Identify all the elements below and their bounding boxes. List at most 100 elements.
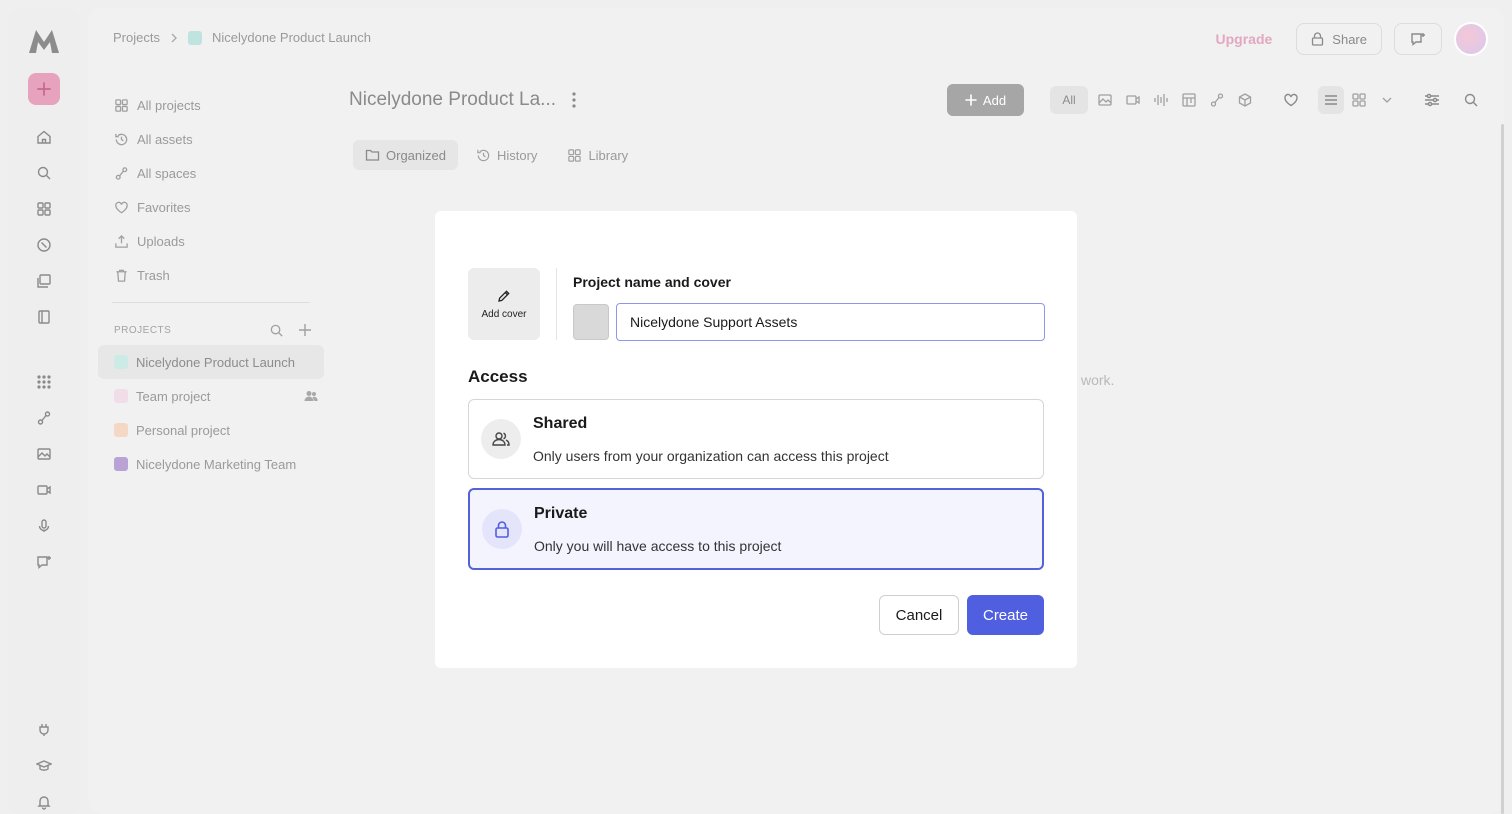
sidebar-item-all-projects[interactable]: All projects [98, 88, 324, 122]
sidebar-item-favorites[interactable]: Favorites [98, 190, 324, 224]
bell-icon[interactable] [34, 792, 54, 812]
image-filter-icon[interactable] [1094, 89, 1116, 111]
breadcrumb-current[interactable]: Nicelydone Product Launch [212, 30, 371, 45]
option-title: Shared [533, 415, 588, 432]
board-filter-icon[interactable] [1178, 89, 1200, 111]
sidebar-item-all-spaces[interactable]: All spaces [98, 156, 324, 190]
project-item[interactable]: Nicelydone Product Launch [98, 345, 324, 379]
cancel-button[interactable]: Cancel [879, 595, 959, 635]
lock-icon [1312, 32, 1324, 46]
app-rail [8, 8, 80, 814]
explore-icon[interactable] [34, 235, 54, 255]
sidebar-item-label: Trash [137, 267, 170, 283]
video-filter-icon[interactable] [1122, 89, 1144, 111]
more-options-icon[interactable] [567, 91, 581, 109]
sidebar-item-label: All spaces [137, 165, 197, 181]
grid-view-icon[interactable] [1348, 86, 1370, 114]
filter-all[interactable]: All [1050, 86, 1088, 114]
create-project-dialog: Add cover Project name and cover Access … [435, 211, 1077, 668]
sidebar-item-all-assets[interactable]: All assets [98, 122, 324, 156]
tab-history[interactable]: History [464, 140, 549, 170]
favorites-filter-icon[interactable] [1280, 86, 1302, 114]
sidebar-item-label: Uploads [137, 233, 185, 249]
access-option-shared[interactable]: Shared Only users from your organization… [468, 399, 1044, 479]
empty-state-hint: work. [1081, 372, 1115, 388]
project-color-dot [114, 423, 128, 437]
feedback-button[interactable] [1394, 23, 1442, 55]
heart-icon [115, 201, 128, 213]
tab-label: Organized [386, 147, 446, 163]
add-label: Add [982, 92, 1007, 108]
share-button[interactable]: Share [1296, 23, 1382, 55]
add-cover-button[interactable]: Add cover [468, 268, 540, 340]
spaces-filter-icon[interactable] [1206, 89, 1228, 111]
new-button[interactable] [28, 73, 60, 105]
app-logo[interactable] [28, 28, 60, 54]
sidebar-item-label: All assets [137, 131, 193, 147]
plus-icon[interactable] [298, 323, 312, 337]
avatar[interactable] [1454, 22, 1488, 56]
projects-header-label: PROJECTS [114, 324, 172, 336]
project-item[interactable]: Nicelydone Marketing Team [98, 447, 324, 481]
audio-filter-icon[interactable] [1150, 89, 1172, 111]
project-color-dot [114, 389, 128, 403]
lock-icon [482, 509, 522, 549]
grid-icon [568, 148, 582, 162]
project-item[interactable]: Team project [98, 379, 324, 413]
breadcrumb-root[interactable]: Projects [113, 30, 160, 45]
chat-icon[interactable] [34, 552, 54, 572]
cover-color-swatch[interactable] [573, 304, 609, 340]
upgrade-link[interactable]: Upgrade [1216, 31, 1273, 47]
sidebar-item-trash[interactable]: Trash [98, 258, 324, 292]
chevron-down-icon[interactable] [1378, 86, 1396, 114]
scrollbar[interactable] [1501, 124, 1504, 814]
3d-filter-icon[interactable] [1234, 89, 1256, 111]
share-label: Share [1332, 31, 1367, 47]
access-option-private[interactable]: Private Only you will have access to thi… [468, 488, 1044, 570]
project-label: Personal project [136, 422, 230, 438]
graduation-cap-icon[interactable] [34, 756, 54, 776]
apps-icon[interactable] [34, 199, 54, 219]
sidebar-divider [112, 302, 310, 303]
type-filters: All [1050, 86, 1256, 114]
history-icon [477, 149, 490, 161]
microphone-icon[interactable] [34, 516, 54, 536]
project-name-input[interactable] [616, 303, 1045, 341]
project-label: Nicelydone Marketing Team [136, 456, 297, 472]
access-heading: Access [468, 367, 528, 386]
search-icon[interactable] [269, 323, 284, 338]
tab-library[interactable]: Library [555, 140, 640, 170]
sidebar-item-uploads[interactable]: Uploads [98, 224, 324, 258]
settings-sliders-icon[interactable] [1420, 86, 1444, 114]
view-tabs: Organized History Library [353, 140, 640, 170]
sidebar-item-label: Favorites [137, 199, 191, 215]
option-description: Only users from your organization can ac… [533, 448, 889, 464]
option-description: Only you will have access to this projec… [534, 538, 782, 554]
pencil-icon [498, 289, 510, 302]
team-icon [481, 419, 521, 459]
sidebar: All projects All assets All spaces Favor… [98, 88, 324, 481]
projects-header: PROJECTS [98, 315, 324, 345]
search-icon[interactable] [34, 163, 54, 183]
folder-icon [365, 149, 380, 161]
plug-icon[interactable] [34, 720, 54, 740]
tab-organized[interactable]: Organized [353, 140, 458, 170]
search-icon[interactable] [1460, 86, 1482, 114]
project-item[interactable]: Personal project [98, 413, 324, 447]
chat-plus-icon [1411, 33, 1425, 46]
create-button[interactable]: Create [967, 595, 1044, 635]
image-icon[interactable] [34, 444, 54, 464]
project-label: Team project [136, 388, 211, 404]
home-icon[interactable] [34, 127, 54, 147]
grid-icon [115, 98, 128, 112]
spaces-icon[interactable] [34, 408, 54, 428]
trash-icon [116, 269, 127, 282]
plus-icon [965, 94, 977, 106]
dots-grid-icon[interactable] [34, 372, 54, 392]
video-icon[interactable] [34, 480, 54, 500]
add-button[interactable]: Add [947, 84, 1024, 116]
list-view-icon[interactable] [1318, 86, 1344, 114]
collections-icon[interactable] [34, 271, 54, 291]
book-icon[interactable] [34, 307, 54, 327]
divider [556, 268, 557, 340]
